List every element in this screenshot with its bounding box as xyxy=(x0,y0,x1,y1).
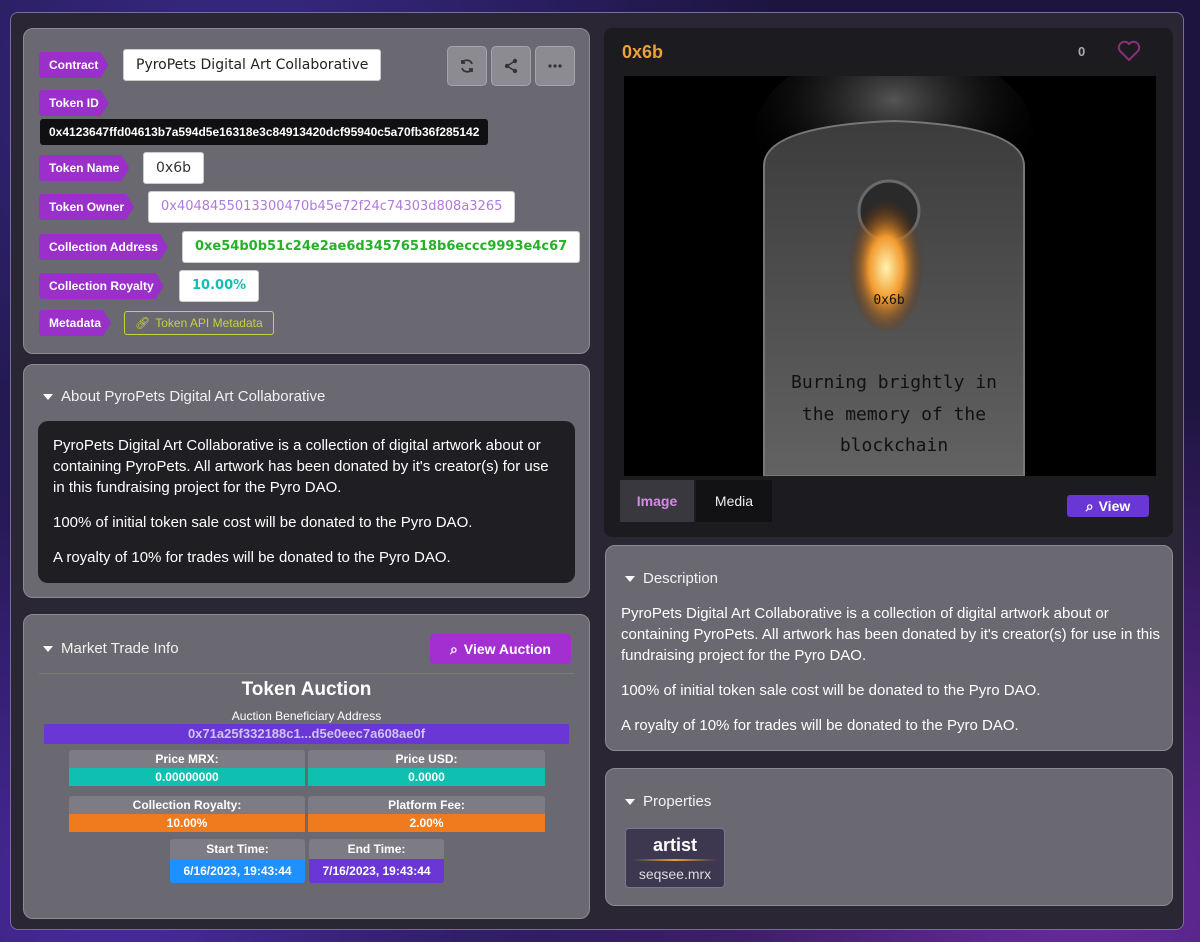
view-auction-button[interactable]: ⌕ View Auction xyxy=(430,634,571,664)
description-paragraph: PyroPets Digital Art Collaborative is a … xyxy=(621,605,1160,664)
caret-down-icon xyxy=(43,645,53,652)
about-header[interactable]: About PyroPets Digital Art Collaborative xyxy=(43,388,325,405)
price-mrx: Price MRX: 0.00000000 xyxy=(69,750,305,786)
contract-label: Contract xyxy=(39,52,108,78)
link-icon: 🔗︎ xyxy=(135,316,151,330)
tab-media[interactable]: Media xyxy=(696,480,772,522)
art-number: 0x6b xyxy=(873,293,904,308)
market-header[interactable]: Market Trade Info xyxy=(43,640,179,657)
caret-down-icon xyxy=(625,575,635,582)
refresh-icon xyxy=(461,59,473,73)
property-value: seqsee.mrx xyxy=(638,866,712,882)
metadata-link[interactable]: 🔗︎ Token API Metadata xyxy=(124,311,274,335)
art-line-3: blockchain xyxy=(840,435,948,456)
art-line-2: the memory of the xyxy=(802,404,986,425)
end-time-label: End Time: xyxy=(309,839,444,859)
property-chip: artist seqsee.mrx xyxy=(625,828,725,888)
token-image[interactable]: 0x6b Burning brightly in the memory of t… xyxy=(624,76,1156,476)
token-title: 0x6b xyxy=(622,42,664,62)
about-paragraph: A royalty of 10% for trades will be dona… xyxy=(53,549,451,566)
heart-icon[interactable] xyxy=(1117,40,1141,62)
more-icon xyxy=(548,64,562,68)
view-button[interactable]: ⌕ View xyxy=(1067,495,1149,517)
description-body: PyroPets Digital Art Collaborative is a … xyxy=(621,603,1166,736)
share-button[interactable] xyxy=(491,46,531,86)
tab-image[interactable]: Image xyxy=(620,480,694,522)
view-label: View xyxy=(1098,498,1131,514)
end-time-value: 7/16/2023, 19:43:44 xyxy=(309,859,444,883)
royalty-value: 10.00% xyxy=(69,814,305,832)
properties-title: Properties xyxy=(643,793,712,810)
view-auction-label: View Auction xyxy=(463,641,551,657)
property-key: artist xyxy=(652,835,697,855)
description-paragraph: A royalty of 10% for trades will be dona… xyxy=(621,717,1019,734)
about-paragraph: PyroPets Digital Art Collaborative is a … xyxy=(53,437,549,496)
start-time-label: Start Time: xyxy=(170,839,305,859)
about-title: About PyroPets Digital Art Collaborative xyxy=(61,388,326,405)
like-count: 0 xyxy=(1078,44,1086,59)
collection-royalty-value: 10.00% xyxy=(179,270,260,302)
zoom-icon: ⌕ xyxy=(1085,498,1094,514)
token-name-value: 0x6b xyxy=(143,152,204,184)
end-time: End Time: 7/16/2023, 19:43:44 xyxy=(309,839,444,883)
description-paragraph: 100% of initial token sale cost will be … xyxy=(621,682,1041,699)
token-id-value: 0x4123647ffd04613b7a594d5e16318e3c849134… xyxy=(40,119,489,145)
token-info-card: Contract PyroPets Digital Art Collaborat… xyxy=(23,28,590,354)
tombstone-art: 0x6b Burning brightly in the memory of t… xyxy=(754,76,1034,476)
market-title: Market Trade Info xyxy=(61,640,179,657)
price-mrx-label: Price MRX: xyxy=(69,750,305,768)
royalty-label: Collection Royalty: xyxy=(69,796,305,814)
caret-down-icon xyxy=(625,798,635,805)
about-paragraph: 100% of initial token sale cost will be … xyxy=(53,514,473,531)
collection-royalty: Collection Royalty: 10.00% xyxy=(69,796,305,832)
token-owner-value[interactable]: 0x4048455013300470b45e72f24c74303d808a32… xyxy=(148,191,516,223)
divider xyxy=(39,673,574,674)
token-name-label: Token Name xyxy=(39,155,129,181)
beneficiary-value[interactable]: 0x71a25f332188c1...d5e0eec7a608ae0f xyxy=(44,724,569,744)
price-mrx-value: 0.00000000 xyxy=(69,768,305,786)
description-header[interactable]: Description xyxy=(625,570,718,587)
metadata-link-label: Token API Metadata xyxy=(155,316,263,330)
collection-address-label: Collection Address xyxy=(39,234,168,260)
more-button[interactable] xyxy=(535,46,575,86)
description-title: Description xyxy=(643,570,719,587)
caret-down-icon xyxy=(43,393,53,400)
collection-royalty-label: Collection Royalty xyxy=(39,273,164,299)
collection-address-value[interactable]: 0xe54b0b51c24e2ae6d34576518b6eccc9993e4c… xyxy=(182,231,581,263)
auction-title: Token Auction xyxy=(241,679,372,700)
token-id-label: Token ID xyxy=(39,90,109,116)
price-usd-label: Price USD: xyxy=(308,750,545,768)
platform-fee-label: Platform Fee: xyxy=(308,796,545,814)
art-line-1: Burning brightly in xyxy=(791,372,997,393)
start-time-value: 6/16/2023, 19:43:44 xyxy=(170,859,305,883)
market-card: Market Trade Info ⌕ View Auction Token Au… xyxy=(23,614,590,919)
properties-card: Properties artist seqsee.mrx xyxy=(605,768,1173,906)
share-icon xyxy=(504,58,518,74)
description-card: Description PyroPets Digital Art Collabo… xyxy=(605,545,1173,751)
price-usd: Price USD: 0.0000 xyxy=(308,750,545,786)
platform-fee-value: 2.00% xyxy=(308,814,545,832)
refresh-button[interactable] xyxy=(447,46,487,86)
beneficiary-label: Auction Beneficiary Address xyxy=(231,709,382,723)
about-body: PyroPets Digital Art Collaborative is a … xyxy=(38,421,575,583)
media-card: 0x6b 0 0x6b Burning brightly in the memo… xyxy=(604,28,1173,537)
platform-fee: Platform Fee: 2.00% xyxy=(308,796,545,832)
metadata-label: Metadata xyxy=(39,310,111,336)
token-owner-label: Token Owner xyxy=(39,194,134,220)
start-time: Start Time: 6/16/2023, 19:43:44 xyxy=(170,839,305,883)
properties-header[interactable]: Properties xyxy=(625,793,711,810)
price-usd-value: 0.0000 xyxy=(308,768,545,786)
contract-value: PyroPets Digital Art Collaborative xyxy=(123,49,382,81)
zoom-icon: ⌕ xyxy=(450,641,458,657)
